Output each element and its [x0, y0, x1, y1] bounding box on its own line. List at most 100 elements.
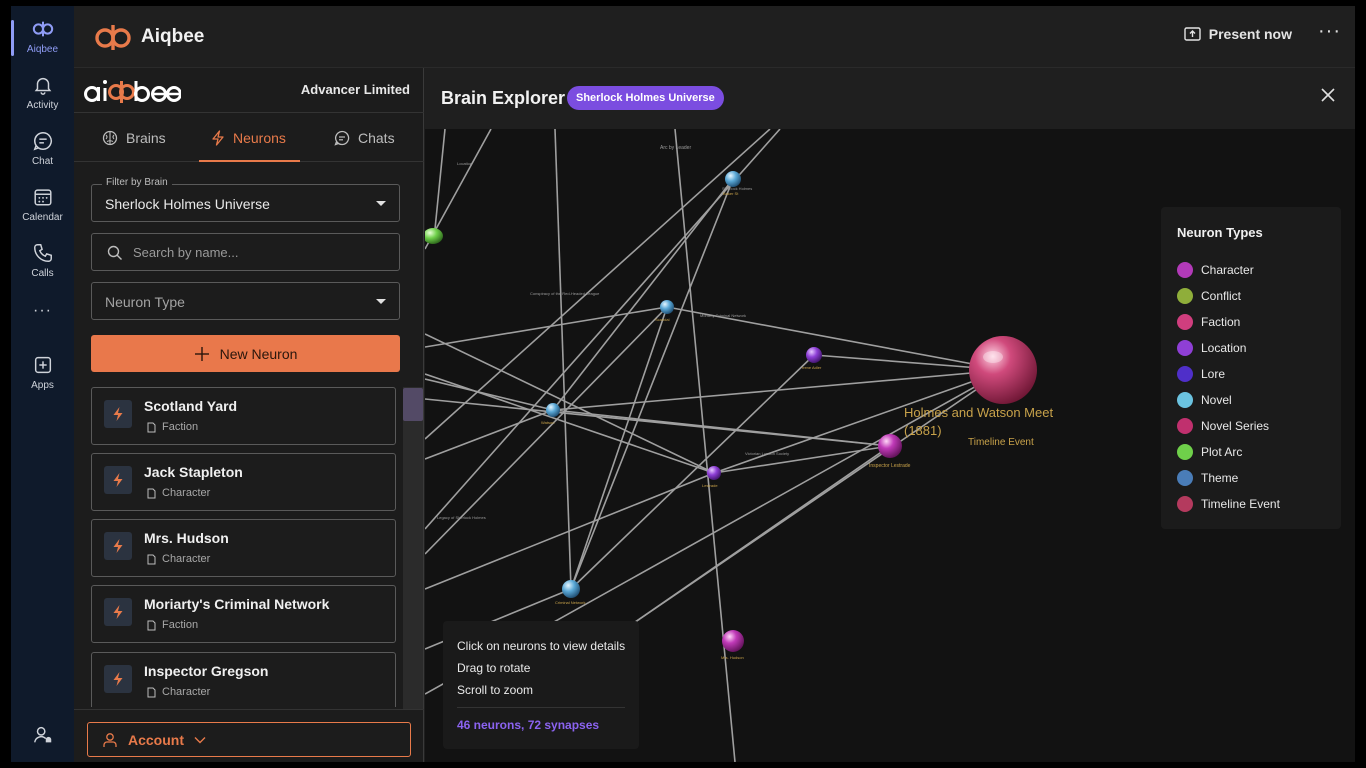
rail-label: Apps: [31, 380, 54, 391]
neurons-panel: Advancer Limited Brains Neurons Chats Fi…: [74, 68, 424, 762]
app-rail: Aiqbee Activity Chat Calendar Calls ··· …: [11, 6, 74, 762]
present-now-button[interactable]: Present now: [1184, 26, 1292, 42]
rail-label: Activity: [26, 100, 59, 111]
neuron-node[interactable]: [546, 403, 560, 417]
tab-chats[interactable]: Chats: [334, 114, 395, 162]
neuron-node[interactable]: [562, 580, 580, 598]
selected-node-type: Timeline Event: [968, 437, 1034, 448]
document-icon: [147, 687, 156, 698]
legend-label: Lore: [1201, 367, 1226, 381]
neuron-type-select[interactable]: Neuron Type: [91, 282, 400, 320]
chevron-down-icon: [194, 736, 206, 743]
new-neuron-button[interactable]: New Neuron: [91, 335, 400, 372]
rail-label: Chat: [31, 156, 54, 167]
neuron-name: Mrs. Hudson: [144, 530, 229, 546]
filter-value: Sherlock Holmes Universe: [105, 196, 270, 212]
graph-canvas[interactable]: Arc by Leader Conspiracy of the Red-Head…: [425, 129, 1355, 762]
neuron-types-legend: Neuron Types Character Conflict Faction …: [1161, 207, 1341, 529]
panel-header: Advancer Limited: [74, 68, 424, 113]
neuron-node[interactable]: [660, 300, 674, 314]
neuron-type-placeholder: Neuron Type: [105, 294, 185, 310]
neuron-node[interactable]: [707, 466, 721, 480]
neuron-node[interactable]: [725, 171, 741, 187]
new-neuron-label: New Neuron: [219, 345, 298, 362]
neuron-type: Character: [162, 487, 211, 499]
tab-label: Neurons: [233, 130, 286, 146]
svg-text:Location: Location: [457, 161, 472, 166]
lightning-icon: [104, 532, 132, 560]
explorer-title: Brain Explorer: [441, 88, 566, 108]
list-item[interactable]: Inspector Gregson Character: [91, 652, 396, 707]
legend-label: Novel Series: [1201, 419, 1270, 433]
close-icon[interactable]: [1321, 88, 1335, 102]
search-placeholder: Search by name...: [133, 245, 239, 260]
neuron-name: Moriarty's Criminal Network: [144, 596, 330, 612]
svg-text:Victorian London Society: Victorian London Society: [745, 451, 789, 456]
legend-label: Novel: [1201, 393, 1232, 407]
help-line: Drag to rotate: [457, 661, 531, 675]
rail-more-button[interactable]: ···: [11, 302, 74, 320]
search-icon: [107, 245, 122, 260]
rail-help-button[interactable]: [11, 724, 74, 750]
list-item[interactable]: Moriarty's Criminal Network Faction: [91, 585, 396, 643]
explorer-header: Brain Explorer Sherlock Holmes Universe: [425, 68, 1355, 129]
svg-text:Legacy of Sherlock Holmes: Legacy of Sherlock Holmes: [437, 515, 486, 520]
legend-title: Neuron Types: [1177, 225, 1263, 240]
present-label: Present now: [1208, 26, 1292, 42]
present-icon: [1184, 26, 1201, 41]
neuron-node[interactable]: [425, 228, 443, 244]
calendar-icon: [33, 189, 52, 206]
list-item[interactable]: Mrs. Hudson Character: [91, 519, 396, 577]
tab-neurons[interactable]: Neurons: [199, 114, 300, 162]
neuron-node[interactable]: [722, 630, 744, 652]
search-input[interactable]: Search by name...: [91, 233, 400, 271]
svg-text:Inspector Lestrade: Inspector Lestrade: [869, 463, 911, 469]
aiqbee-wordmark-logo: [84, 80, 181, 103]
brain-explorer: Brain Explorer Sherlock Holmes Universe: [425, 68, 1355, 762]
rail-label: Aiqbee: [26, 44, 59, 55]
rail-item-apps[interactable]: Apps: [11, 354, 74, 391]
list-scrollbar-thumb[interactable]: [403, 388, 423, 421]
svg-text:Watson: Watson: [541, 420, 554, 425]
more-options-button[interactable]: ···: [1318, 20, 1341, 43]
account-label: Account: [128, 731, 184, 748]
graph-stats: 46 neurons, 72 synapses: [457, 718, 600, 732]
brain-badge: Sherlock Holmes Universe: [567, 86, 724, 110]
legend-item-faction: Faction: [1177, 314, 1240, 330]
document-icon: [147, 488, 156, 499]
account-button[interactable]: Account: [87, 722, 411, 757]
list-item[interactable]: Jack Stapleton Character: [91, 453, 396, 511]
aiqbee-brand-icon: [95, 25, 131, 50]
list-item[interactable]: Scotland Yard Faction: [91, 387, 396, 445]
tab-label: Brains: [126, 130, 166, 146]
legend-label: Theme: [1201, 471, 1239, 485]
rail-item-activity[interactable]: Activity: [11, 74, 74, 111]
legend-swatch: [1177, 340, 1193, 356]
legend-item-plot-arc: Plot Arc: [1177, 444, 1242, 460]
rail-item-chat[interactable]: Chat: [11, 130, 74, 167]
tab-brains[interactable]: Brains: [102, 114, 166, 162]
svg-text:Criminal Network: Criminal Network: [555, 600, 585, 605]
brain-icon: [102, 130, 118, 146]
phone-icon: [33, 244, 52, 262]
neuron-node[interactable]: [806, 347, 822, 363]
selected-neuron-node[interactable]: [969, 336, 1037, 404]
rail-item-calls[interactable]: Calls: [11, 242, 74, 279]
chat-icon: [334, 130, 350, 146]
chat-icon: [32, 132, 52, 151]
rail-item-aiqbee[interactable]: Aiqbee: [11, 18, 74, 56]
neuron-type: Character: [162, 686, 211, 698]
legend-swatch: [1177, 470, 1193, 486]
neuron-type: Faction: [162, 619, 199, 631]
neuron-type: Character: [162, 553, 211, 565]
lightning-icon: [104, 400, 132, 428]
list-scrollbar[interactable]: [403, 387, 423, 709]
legend-item-novel: Novel: [1177, 392, 1232, 408]
legend-label: Conflict: [1201, 289, 1242, 303]
apps-icon: [34, 356, 51, 374]
teams-window: Aiqbee Activity Chat Calendar Calls ··· …: [11, 6, 1355, 762]
neuron-node[interactable]: [878, 434, 902, 458]
brain-filter-select[interactable]: Filter by Brain Sherlock Holmes Universe: [91, 177, 400, 222]
graph-help-panel: Click on neurons to view details Drag to…: [443, 621, 639, 749]
rail-item-calendar[interactable]: Calendar: [11, 186, 74, 223]
